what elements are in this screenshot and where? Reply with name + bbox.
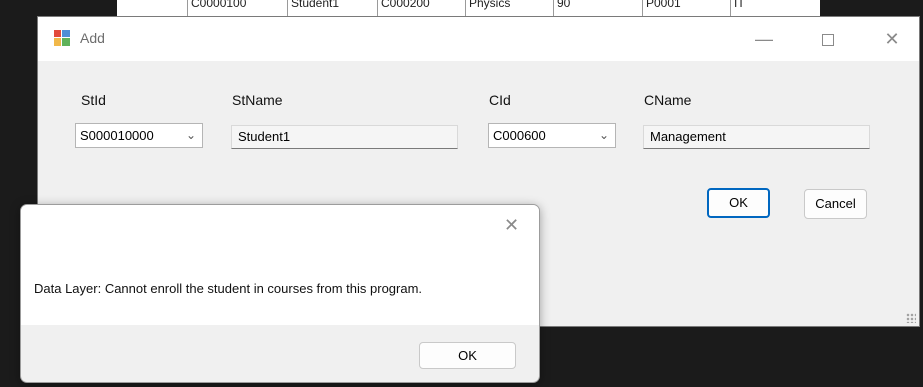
cancel-button[interactable]: Cancel	[804, 189, 867, 219]
app-icon	[54, 30, 70, 46]
chevron-down-icon: ⌄	[185, 128, 196, 142]
message-box: ✕ Data Layer: Cannot enroll the student …	[20, 204, 540, 383]
add-titlebar[interactable]: Add — ✕	[38, 17, 919, 61]
cname-field[interactable]: Management	[643, 125, 870, 149]
ok-button[interactable]: OK	[707, 188, 770, 218]
message-ok-button[interactable]: OK	[419, 342, 516, 369]
minimize-button[interactable]: —	[744, 25, 784, 53]
cid-label: CId	[489, 92, 511, 108]
window-title: Add	[80, 30, 105, 46]
stid-combobox[interactable]: S000010000 ⌄	[75, 123, 203, 148]
stid-label: StId	[81, 92, 106, 108]
stname-label: StName	[232, 92, 283, 108]
message-body: ✕ Data Layer: Cannot enroll the student …	[21, 205, 539, 325]
cname-label: CName	[644, 92, 692, 108]
resize-grip[interactable]	[906, 313, 916, 323]
close-button[interactable]: ✕	[504, 215, 519, 236]
maximize-icon	[822, 34, 834, 47]
stname-field[interactable]: Student1	[231, 125, 458, 149]
maximize-button[interactable]	[808, 25, 848, 53]
cid-combobox[interactable]: C000600 ⌄	[488, 123, 616, 148]
chevron-down-icon: ⌄	[598, 128, 609, 142]
message-text: Data Layer: Cannot enroll the student in…	[34, 281, 423, 296]
close-button[interactable]: ✕	[872, 25, 912, 53]
cid-value: C000600	[493, 128, 546, 143]
stid-value: S000010000	[80, 128, 154, 143]
